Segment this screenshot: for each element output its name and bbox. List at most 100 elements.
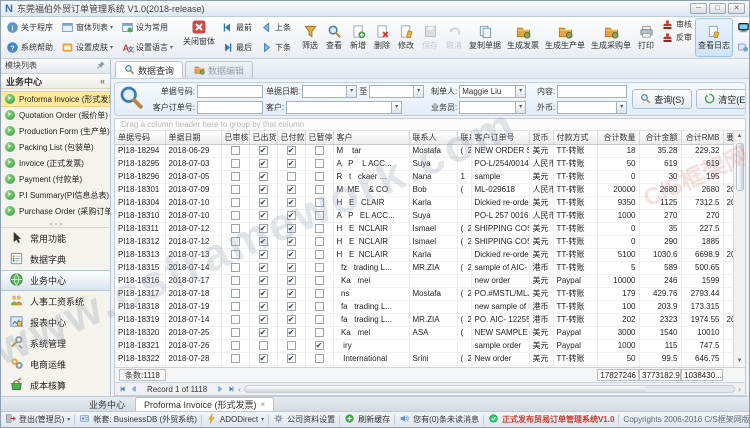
sidebar-nav-item[interactable]: 系统管理 (1, 333, 110, 354)
collapse-icon[interactable]: « (100, 76, 105, 86)
ribbon-small-button[interactable]: 最前 (218, 21, 255, 34)
status-item[interactable]: 公司资料设置 (273, 413, 335, 426)
content-input[interactable] (557, 85, 627, 98)
maker-select[interactable]: Maggie Liu▾ (459, 85, 526, 98)
ribbon-large-button[interactable]: 取消 (442, 18, 466, 57)
sidebar-module-item[interactable]: ▸Packing List (包装单) (1, 139, 110, 155)
column-header[interactable]: 已暂停 (305, 131, 333, 144)
table-row[interactable]: PI18-183182018-07-19✔✔ fa trading L...ne… (115, 300, 735, 313)
ribbon-small-button[interactable]: 最后 (218, 41, 255, 54)
sidebar-nav-item[interactable]: 常用功能 (1, 228, 110, 249)
sidebar-nav-item[interactable]: 业务中心 (1, 270, 110, 291)
status-item[interactable]: 刷新缓存 (344, 413, 390, 426)
prev-record-button[interactable] (130, 385, 138, 393)
sidebar-nav-item[interactable]: 成本核算 (1, 375, 110, 396)
ribbon-large-button[interactable]: 删除 (370, 18, 394, 57)
scroll-left-icon[interactable]: ‹ (238, 385, 241, 394)
sidebar-module-item[interactable]: ▸P.I Summary(PI信息总表) (1, 187, 110, 203)
ribbon-small-button[interactable]: 设置皮肤▾ (58, 41, 116, 54)
column-header[interactable]: 已出货 (249, 131, 277, 144)
close-form-button[interactable]: 关闭窗体 (180, 18, 218, 48)
pin-icon[interactable] (96, 60, 106, 72)
table-row[interactable]: PI18-182952018-07-03✔✔A P L ACC...SuyaPO… (115, 157, 735, 170)
sidebar-nav-item[interactable]: 报表中心 (1, 312, 110, 333)
group-by-bar[interactable]: Drag a column header here to group by th… (115, 119, 745, 131)
table-row[interactable]: PI18-183012018-07-09✔✔M ME & COBob( ML-0… (115, 183, 735, 196)
sidebar-module-item[interactable]: ▸Invoice (正式发票) (1, 155, 110, 171)
scroll-right-icon[interactable]: › (738, 385, 741, 394)
column-header[interactable]: 合计数量 (597, 131, 639, 144)
minimize-button[interactable]: ─ (690, 3, 707, 14)
status-item[interactable]: 您有(0)条未读消息 (399, 413, 479, 426)
scroll-down-icon[interactable]: ▼ (737, 356, 743, 367)
ribbon-large-button[interactable]: 生成生产单 (542, 18, 588, 57)
first-record-button[interactable] (119, 385, 127, 393)
sidebar-nav-item[interactable]: 人事工资系统 (1, 291, 110, 312)
column-header[interactable]: 已审核 (221, 131, 249, 144)
ribbon-large-button[interactable]: 筛选 (298, 18, 322, 57)
last-record-button[interactable] (227, 385, 235, 393)
table-row[interactable]: PI18-183192018-07-14✔✔ fa trading L...MR… (115, 313, 735, 326)
date-from-select[interactable]: ▾ (302, 85, 357, 98)
ribbon-small-button[interactable]: 审核 (658, 18, 695, 31)
sidebar-module-item[interactable]: ▸Proforma Invoice (形式发票) (1, 91, 110, 107)
table-row[interactable]: PI18-183102018-07-10✔✔A P EL ACC...SuyaP… (115, 209, 735, 222)
column-header[interactable]: 客户 (333, 131, 409, 144)
table-row[interactable]: PI18-183112018-07-12✔✔H E NCLAIRIsmael( … (115, 222, 735, 235)
table-row[interactable]: PI18-183212018-07-26✔ irysample order美元P… (115, 339, 735, 352)
query-button[interactable]: 查询(S) (632, 89, 692, 109)
ribbon-large-button[interactable]: 保存 (418, 18, 442, 57)
ribbon-small-button[interactable]: 下条 (257, 41, 294, 54)
table-row[interactable]: PI18-183152018-07-14✔✔ fz trading L...MR… (115, 261, 735, 274)
view-log-button[interactable]: 查看日志 (695, 18, 733, 57)
main-tab[interactable]: 数据查询 (115, 61, 183, 78)
maximize-button[interactable]: □ (709, 3, 726, 14)
doc-no-input[interactable] (197, 85, 263, 98)
status-item[interactable]: 正式发布贸易订单管理系统V1.0 (488, 413, 614, 426)
column-header[interactable]: 货币 (529, 131, 553, 144)
scroll-thumb[interactable] (245, 386, 646, 392)
column-header[interactable]: 客户订单号 (471, 131, 529, 144)
currency-select[interactable]: ▾ (557, 101, 627, 114)
ribbon-large-button[interactable]: 复制单据 (466, 18, 504, 57)
next-record-button[interactable] (216, 385, 224, 393)
scroll-thumb[interactable] (736, 143, 744, 191)
horizontal-scrollbar[interactable] (244, 385, 735, 393)
sidebar-nav-item[interactable]: 数据字典 (1, 249, 110, 270)
ribbon-small-button[interactable]: 设为常用 (118, 21, 176, 34)
table-row[interactable]: PI18-183202018-07-25✔✔ Ka meiASA( NEW SA… (115, 326, 735, 339)
ribbon-small-button[interactable]: 上条 (257, 21, 294, 34)
ribbon-large-button[interactable]: 修改 (394, 18, 418, 57)
status-item[interactable]: 登出(管理员)▾ (5, 413, 70, 426)
ribbon-small-button[interactable]: 反审 (658, 31, 695, 44)
column-header[interactable]: 合计RMB (681, 131, 723, 144)
close-tab-icon[interactable]: × (261, 400, 266, 409)
cust-po-input[interactable] (197, 101, 263, 114)
vertical-scrollbar[interactable]: ▲ ▼ (733, 131, 745, 367)
document-tab[interactable]: Proforma Invoice (形式发票)× (135, 397, 274, 411)
column-header[interactable]: 单据号码 (115, 131, 165, 144)
ribbon-large-button[interactable]: 新增 (346, 18, 370, 57)
document-tab[interactable]: 业务中心 (81, 397, 133, 411)
table-row[interactable]: PI18-183162018-07-17✔✔ Ka meinew order美元… (115, 274, 735, 287)
sidebar-module-item[interactable]: ▸Payment (付款单) (1, 171, 110, 187)
table-row[interactable]: PI18-182942018-06-29✔✔M tarMostafa( 2NEW… (115, 144, 735, 157)
ribbon-large-button[interactable]: 生成采购单 (588, 18, 634, 57)
column-header[interactable]: 合计金额 (639, 131, 681, 144)
column-header[interactable]: 联系人 (409, 131, 457, 144)
column-header[interactable]: 单据日期 (165, 131, 221, 144)
salesman-select[interactable]: ▾ (459, 101, 526, 114)
ribbon-large-button[interactable]: 查看 (322, 18, 346, 57)
status-item[interactable]: ADODirect▾ (206, 413, 264, 426)
table-row[interactable]: PI18-183132018-07-13✔✔H E NCLAIRKarlaDic… (115, 248, 735, 261)
ribbon-large-button[interactable]: 生成发票 (504, 18, 542, 57)
table-row[interactable]: PI18-183222018-07-28✔✔ InternationalSrin… (115, 352, 735, 365)
sidebar-module-item[interactable]: ▸Quotation Order (报价单) (1, 107, 110, 123)
main-tab[interactable]: 数据编辑 (185, 61, 253, 78)
ribbon-small-button[interactable]: i关于程序 (3, 21, 56, 34)
scroll-up-icon[interactable]: ▲ (737, 131, 743, 142)
customer-select[interactable]: ▾ (286, 101, 402, 114)
ribbon-small-button[interactable]: 窗体列表▾ (58, 21, 116, 34)
ribbon-large-button[interactable]: 打印 (634, 18, 658, 57)
ribbon-small-button[interactable]: A文设置语言▾ (118, 41, 176, 54)
